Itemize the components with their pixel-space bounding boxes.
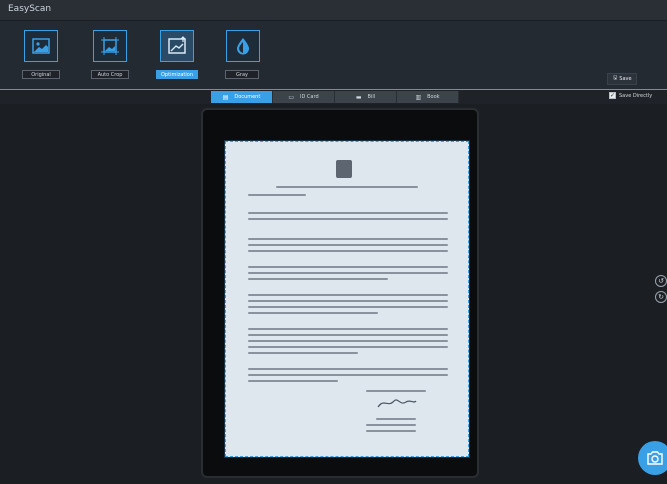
mode-gray-button[interactable] xyxy=(226,30,260,62)
tab-id-card[interactable]: ▭ ID Card xyxy=(273,91,335,103)
text-line xyxy=(366,424,416,426)
toolbar-divider xyxy=(0,89,667,90)
rotate-left-icon[interactable]: ↺ xyxy=(655,275,667,287)
text-line xyxy=(248,278,388,280)
text-line xyxy=(248,300,448,302)
camera-icon xyxy=(647,451,663,465)
title-bar: EasyScan xyxy=(0,0,667,21)
mode-toolbar: Original Auto Crop Optimization Gray 🖫 S… xyxy=(0,21,667,99)
tab-label: Book xyxy=(427,94,440,100)
enhance-image-icon xyxy=(168,36,186,54)
text-line xyxy=(248,238,448,240)
text-line xyxy=(248,368,448,370)
text-line xyxy=(276,186,418,188)
save-directly-checkbox[interactable]: ✓ Save Directly xyxy=(609,92,652,99)
text-line xyxy=(248,294,448,296)
mode-optimization-label[interactable]: Optimization xyxy=(156,70,198,79)
mode-original-button[interactable] xyxy=(24,30,58,62)
document-type-tabs: ▤ Document ▭ ID Card ▬ Bill ▥ Book xyxy=(211,91,459,103)
text-line xyxy=(366,430,416,432)
text-line xyxy=(248,380,338,382)
document-icon: ▤ xyxy=(222,93,229,101)
tab-book[interactable]: ▥ Book xyxy=(397,91,459,103)
text-line xyxy=(248,352,358,354)
image-icon xyxy=(32,38,50,54)
text-line xyxy=(248,346,448,348)
mode-optimization-button[interactable] xyxy=(160,30,194,62)
text-line xyxy=(248,250,448,252)
text-line xyxy=(248,328,448,330)
emblem-icon xyxy=(336,160,352,178)
id-card-icon: ▭ xyxy=(288,93,295,101)
signature-icon xyxy=(377,399,417,408)
text-line xyxy=(248,312,378,314)
tab-document[interactable]: ▤ Document xyxy=(211,91,273,103)
capture-button[interactable] xyxy=(638,441,667,475)
bill-icon: ▬ xyxy=(355,93,362,101)
save-button[interactable]: 🖫 Save xyxy=(607,73,637,85)
tab-label: Document xyxy=(234,94,261,100)
tab-label: Bill xyxy=(367,94,376,100)
mode-auto-crop-button[interactable] xyxy=(93,30,127,62)
text-line xyxy=(248,340,448,342)
save-directly-label: Save Directly xyxy=(619,92,653,99)
mode-gray-label[interactable]: Gray xyxy=(225,70,259,79)
mode-auto-crop-label[interactable]: Auto Crop xyxy=(91,70,129,79)
drop-icon xyxy=(237,38,249,55)
text-line xyxy=(248,244,448,246)
text-line xyxy=(248,374,448,376)
scanned-document-crop-area[interactable] xyxy=(225,141,469,457)
crop-image-icon xyxy=(101,37,119,55)
save-label: Save xyxy=(619,76,632,82)
text-line xyxy=(248,212,448,214)
text-line xyxy=(248,194,306,196)
checkbox-icon[interactable]: ✓ xyxy=(609,92,616,99)
tab-bill[interactable]: ▬ Bill xyxy=(335,91,397,103)
app-title: EasyScan xyxy=(8,4,52,14)
rotate-right-icon[interactable]: ↻ xyxy=(655,291,667,303)
text-line xyxy=(366,390,426,392)
text-line xyxy=(376,418,416,420)
text-line xyxy=(248,306,448,308)
save-icon: 🖫 xyxy=(613,75,618,81)
text-line xyxy=(248,272,448,274)
book-icon: ▥ xyxy=(415,93,422,101)
mode-original-label[interactable]: Original xyxy=(22,70,60,79)
text-line xyxy=(248,334,448,336)
tab-label: ID Card xyxy=(300,94,319,100)
text-line xyxy=(248,218,448,220)
text-line xyxy=(248,266,448,268)
